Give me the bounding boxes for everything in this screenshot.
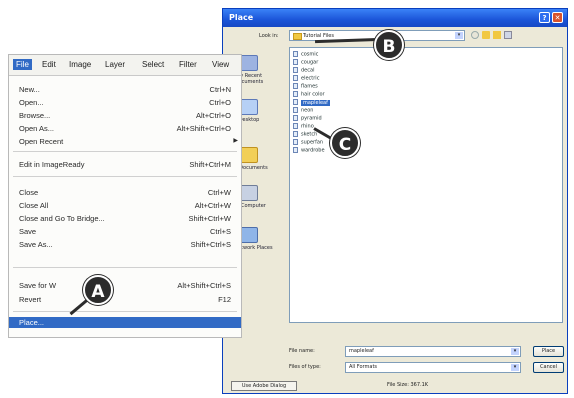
file-item[interactable]: hair color: [293, 91, 325, 98]
menu-separator: [13, 311, 237, 312]
file-name-value: mapleleaf: [349, 348, 374, 354]
file-item[interactable]: cosmic: [293, 51, 318, 58]
menu-item-edit-in-imageready[interactable]: Edit in ImageReady Shift+Ctrl+M: [9, 159, 241, 170]
document-icon: [293, 75, 298, 81]
back-icon[interactable]: [471, 31, 479, 39]
file-item[interactable]: superfan: [293, 139, 323, 146]
files-of-type-value: All Formats: [349, 364, 378, 370]
callout-c: C: [330, 128, 360, 158]
new-folder-icon[interactable]: [493, 31, 501, 39]
file-item[interactable]: wardrobe: [293, 147, 325, 154]
files-of-type-select[interactable]: All Formats ▾: [345, 362, 521, 373]
menu-item-revert[interactable]: Revert F12: [9, 294, 241, 305]
menu-item-save-as[interactable]: Save As... Shift+Ctrl+S: [9, 239, 241, 250]
document-icon: [293, 99, 298, 105]
document-icon: [293, 147, 298, 153]
document-icon: [293, 91, 298, 97]
file-item[interactable]: decal: [293, 67, 314, 74]
menu-item-save[interactable]: Save Ctrl+S: [9, 226, 241, 237]
file-name-label: File name:: [289, 348, 315, 354]
help-icon[interactable]: ?: [539, 12, 550, 23]
menu-file[interactable]: File: [13, 59, 32, 70]
place-button[interactable]: Place: [533, 346, 564, 357]
close-icon[interactable]: ✕: [552, 12, 563, 23]
callout-b: B: [374, 30, 404, 60]
file-size-text: File Size: 367.1K: [387, 382, 429, 388]
submenu-arrow-icon: ▶: [233, 138, 238, 144]
document-icon: [293, 51, 298, 57]
document-icon: [293, 115, 298, 121]
folder-icon: [293, 33, 302, 40]
menu-layer[interactable]: Layer: [105, 60, 125, 69]
use-adobe-dialog-button[interactable]: Use Adobe Dialog: [231, 381, 297, 391]
menu-item-close-all[interactable]: Close All Alt+Ctrl+W: [9, 200, 241, 211]
chevron-down-icon[interactable]: ▾: [455, 32, 463, 39]
file-list[interactable]: cosmic cougar decal electric flames hair…: [289, 47, 563, 323]
file-name-field[interactable]: mapleleaf ▾: [345, 346, 521, 357]
menu-item-close[interactable]: Close Ctrl+W: [9, 187, 241, 198]
place-dialog: Place ? ✕ Look in: Tutorial Files ▾ My R…: [222, 8, 568, 394]
callout-a: A: [83, 275, 113, 305]
files-of-type-label: Files of type:: [289, 364, 321, 370]
file-item-selected[interactable]: mapleleaf: [293, 99, 330, 106]
menu-item-new[interactable]: New... Ctrl+N: [9, 84, 241, 95]
file-item[interactable]: pyramid: [293, 115, 322, 122]
chevron-down-icon[interactable]: ▾: [511, 364, 519, 371]
file-item[interactable]: sketch: [293, 131, 317, 138]
document-icon: [293, 131, 298, 137]
menu-view[interactable]: View: [212, 60, 229, 69]
menu-separator: [13, 151, 237, 152]
cancel-button[interactable]: Cancel: [533, 362, 564, 373]
menu-item-open-as[interactable]: Open As... Alt+Shift+Ctrl+O: [9, 123, 241, 134]
document-icon: [293, 59, 298, 65]
document-icon: [293, 107, 298, 113]
document-icon: [293, 67, 298, 73]
menu-edit[interactable]: Edit: [42, 60, 56, 69]
menu-filter[interactable]: Filter: [179, 60, 197, 69]
menu-image[interactable]: Image: [69, 60, 91, 69]
my-computer-icon: [240, 185, 258, 201]
view-menu-icon[interactable]: [504, 31, 512, 39]
dialog-title-bar: Place ? ✕: [223, 9, 567, 27]
menu-item-open[interactable]: Open... Ctrl+O: [9, 97, 241, 108]
menu-item-save-for-web[interactable]: Save for W Alt+Shift+Ctrl+S: [9, 280, 241, 291]
menu-item-open-recent[interactable]: Open Recent ▶: [9, 136, 241, 147]
file-menu: File Edit Image Layer Select Filter View…: [8, 54, 242, 338]
menu-item-browse[interactable]: Browse... Alt+Ctrl+O: [9, 110, 241, 121]
menu-separator: [13, 176, 237, 177]
chevron-down-icon[interactable]: ▾: [511, 348, 519, 355]
menu-item-close-go-to-bridge[interactable]: Close and Go To Bridge... Shift+Ctrl+W: [9, 213, 241, 224]
menu-separator: [13, 267, 237, 268]
document-icon: [293, 139, 298, 145]
menu-item-place[interactable]: Place...: [9, 317, 241, 328]
network-places-icon: [240, 227, 258, 243]
file-item[interactable]: neon: [293, 107, 313, 114]
my-documents-icon: [240, 147, 258, 163]
up-folder-icon[interactable]: [482, 31, 490, 39]
file-item[interactable]: electric: [293, 75, 319, 82]
document-icon: [293, 83, 298, 89]
document-icon: [293, 123, 298, 129]
dialog-title: Place: [229, 13, 254, 22]
recent-documents-icon: [240, 55, 258, 71]
desktop-icon: [240, 99, 258, 115]
file-item[interactable]: flames: [293, 83, 318, 90]
menu-bar: File Edit Image Layer Select Filter View: [9, 55, 241, 76]
file-item[interactable]: rhino: [293, 123, 314, 130]
file-item[interactable]: cougar: [293, 59, 318, 66]
look-in-label: Look in:: [259, 33, 279, 39]
look-in-value: Tutorial Files: [303, 33, 334, 39]
menu-select[interactable]: Select: [142, 60, 164, 69]
